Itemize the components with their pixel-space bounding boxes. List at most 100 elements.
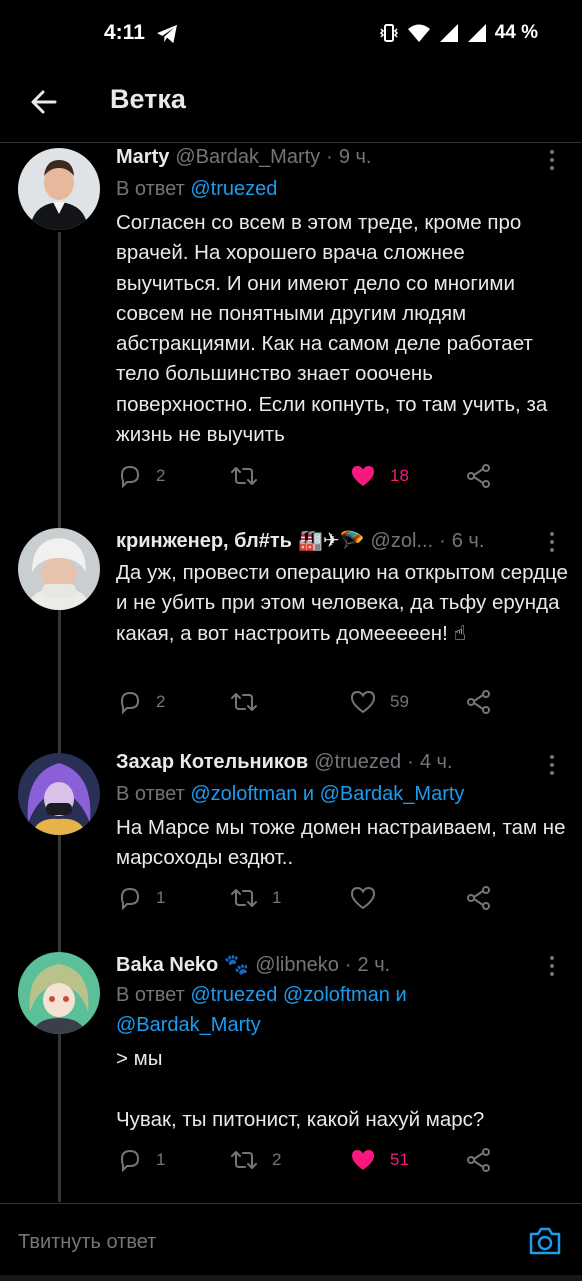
- mention-link[interactable]: @truezed @zoloftman и: [190, 984, 406, 1006]
- reply-icon: [120, 465, 140, 488]
- retweet-button[interactable]: 2: [230, 1148, 281, 1172]
- retweet-count: 2: [272, 1150, 282, 1169]
- reply-composer[interactable]: Твитнуть ответ: [0, 1203, 582, 1281]
- like-button[interactable]: 59: [350, 690, 409, 714]
- reply-button[interactable]: 1: [118, 1148, 165, 1172]
- reply-button[interactable]: 2: [118, 690, 165, 714]
- reply-count: 1: [156, 1150, 166, 1169]
- author-name[interactable]: кринженер, бл#ть: [116, 530, 292, 553]
- status-icons: 44 %: [379, 22, 538, 44]
- retweet-button[interactable]: 1: [230, 886, 281, 910]
- name-emoji: 🏭✈🪂: [297, 530, 365, 552]
- avatar[interactable]: [18, 148, 100, 230]
- reply-input[interactable]: Твитнуть ответ: [18, 1231, 156, 1254]
- like-button[interactable]: 51: [350, 1148, 409, 1172]
- mention-link[interactable]: @truezed: [190, 178, 277, 200]
- nav-bar: [0, 1275, 582, 1281]
- avatar[interactable]: [18, 753, 100, 835]
- like-count: 51: [390, 1150, 409, 1169]
- heart-filled-icon: [352, 1150, 374, 1170]
- reply-to-label: В ответ: [116, 984, 185, 1006]
- reply-to-continued: @Bardak_Marty: [116, 1010, 261, 1040]
- tweet-actions: 2 18: [118, 464, 498, 494]
- tweet-actions: 2 59: [118, 690, 498, 720]
- more-options-icon[interactable]: [550, 150, 556, 174]
- tweet-time: 4 ч.: [419, 751, 453, 773]
- author-name[interactable]: Marty: [116, 146, 169, 169]
- mention-link[interactable]: @Bardak_Marty: [116, 1014, 261, 1036]
- author-name[interactable]: Baka Neko: [116, 954, 218, 977]
- status-bar: 4:11 44 %: [0, 0, 582, 66]
- reply-count: 1: [156, 888, 166, 907]
- thread-line: [58, 232, 61, 1202]
- reply-icon: [120, 887, 140, 910]
- camera-icon[interactable]: [528, 1226, 562, 1256]
- reply-count: 2: [156, 466, 166, 485]
- like-count: 59: [390, 692, 409, 711]
- share-button[interactable]: [466, 690, 492, 714]
- tweet-time: 2 ч.: [357, 954, 391, 976]
- share-icon: [467, 690, 490, 714]
- avatar[interactable]: [18, 528, 100, 610]
- reply-button[interactable]: 2: [118, 464, 165, 488]
- wifi-icon: [407, 24, 430, 42]
- like-button[interactable]: [350, 886, 390, 910]
- share-button[interactable]: [466, 886, 492, 910]
- tweet-text: На Марсе мы тоже домен настраиваем, там …: [116, 816, 572, 870]
- like-count: 18: [390, 466, 409, 485]
- share-icon: [467, 886, 490, 910]
- more-options-icon[interactable]: [550, 532, 556, 556]
- reply-icon: [120, 691, 140, 714]
- reply-icon: [120, 1149, 140, 1172]
- share-icon: [467, 1148, 490, 1172]
- telegram-icon: [157, 24, 177, 44]
- author-name[interactable]: Захар Котельников: [116, 751, 308, 774]
- reply-to: В ответ @truezed @zoloftman и: [116, 980, 407, 1010]
- author-handle[interactable]: @zol...: [371, 530, 434, 553]
- heart-outline-icon: [350, 690, 376, 714]
- tweet-header: Baka Neko 🐾 @libneko · 2 ч.: [116, 954, 391, 977]
- author-handle[interactable]: @libneko: [255, 954, 339, 977]
- signal-icon: [439, 24, 458, 42]
- tweet-header: Marty @Bardak_Marty · 9 ч.: [116, 146, 372, 169]
- tweet-time: 6 ч.: [451, 530, 485, 552]
- tweet-text: Согласен со всем в этом треде, кроме про…: [116, 211, 553, 447]
- reply-to: В ответ @truezed: [116, 174, 277, 204]
- vibrate-icon: [379, 24, 398, 42]
- signal-2-icon: [467, 24, 486, 42]
- tweet-header: Захар Котельников @truezed · 4 ч.: [116, 751, 453, 774]
- retweet-count: 1: [272, 888, 282, 907]
- mention-link[interactable]: @zoloftman и @Bardak_Marty: [190, 783, 464, 805]
- retweet-button[interactable]: [230, 690, 272, 714]
- status-time: 4:11: [104, 21, 145, 44]
- page-title: Ветка: [110, 84, 186, 114]
- share-button[interactable]: [466, 464, 492, 488]
- share-button[interactable]: [466, 1148, 492, 1172]
- name-emoji: 🐾: [224, 954, 250, 976]
- back-arrow-icon[interactable]: [28, 86, 60, 118]
- header: Ветка: [0, 66, 582, 143]
- tweet-text: > мы Чувак, ты питонист, какой нахуй мар…: [116, 1047, 485, 1131]
- heart-filled-icon: [352, 466, 374, 486]
- heart-outline-icon: [350, 886, 376, 910]
- tweet-actions: 1 1: [118, 886, 498, 916]
- author-handle[interactable]: @truezed: [314, 751, 401, 774]
- avatar[interactable]: [18, 952, 100, 1034]
- battery-level: 44 %: [494, 22, 538, 43]
- reply-count: 2: [156, 692, 166, 711]
- tweet-header: кринженер, бл#ть 🏭✈🪂 @zol... · 6 ч.: [116, 530, 485, 553]
- retweet-button[interactable]: [230, 464, 272, 488]
- retweet-icon: [231, 1151, 257, 1169]
- more-options-icon[interactable]: [550, 755, 556, 779]
- reply-to-label: В ответ: [116, 178, 185, 200]
- reply-button[interactable]: 1: [118, 886, 165, 910]
- retweet-icon: [231, 889, 257, 907]
- more-options-icon[interactable]: [550, 956, 556, 980]
- share-icon: [467, 464, 490, 488]
- reply-to-label: В ответ: [116, 783, 185, 805]
- like-button[interactable]: 18: [350, 464, 409, 488]
- tweet-actions: 1 2 51: [118, 1148, 498, 1178]
- tweet-text: Да уж, провести операцию на открытом сер…: [116, 561, 574, 645]
- retweet-icon: [231, 467, 257, 485]
- author-handle[interactable]: @Bardak_Marty: [175, 146, 320, 169]
